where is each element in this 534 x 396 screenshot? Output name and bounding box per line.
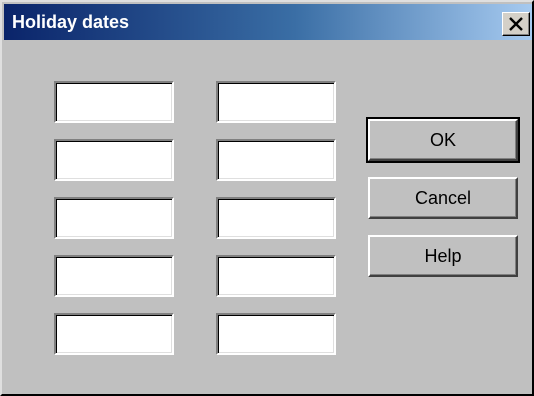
holiday-date-field-left-4[interactable]	[54, 255, 174, 297]
holiday-date-field-left-2[interactable]	[54, 139, 174, 181]
holiday-date-field-right-4[interactable]	[216, 255, 336, 297]
ok-button[interactable]: OK	[366, 117, 520, 163]
holiday-date-field-right-2[interactable]	[216, 139, 336, 181]
holiday-date-field-left-1[interactable]	[54, 81, 174, 123]
holiday-date-field-right-5[interactable]	[216, 313, 336, 355]
close-x-icon	[509, 17, 523, 31]
title-bar[interactable]: Holiday dates	[4, 4, 532, 40]
cancel-button[interactable]: Cancel	[368, 177, 518, 219]
holiday-dates-dialog: Holiday dates OK Cancel Help	[0, 0, 534, 396]
holiday-date-field-right-3[interactable]	[216, 197, 336, 239]
dialog-title: Holiday dates	[12, 12, 130, 32]
holiday-date-field-right-1[interactable]	[216, 81, 336, 123]
holiday-date-field-left-5[interactable]	[54, 313, 174, 355]
help-button[interactable]: Help	[368, 235, 518, 277]
close-button[interactable]	[502, 12, 530, 36]
holiday-date-field-left-3[interactable]	[54, 197, 174, 239]
